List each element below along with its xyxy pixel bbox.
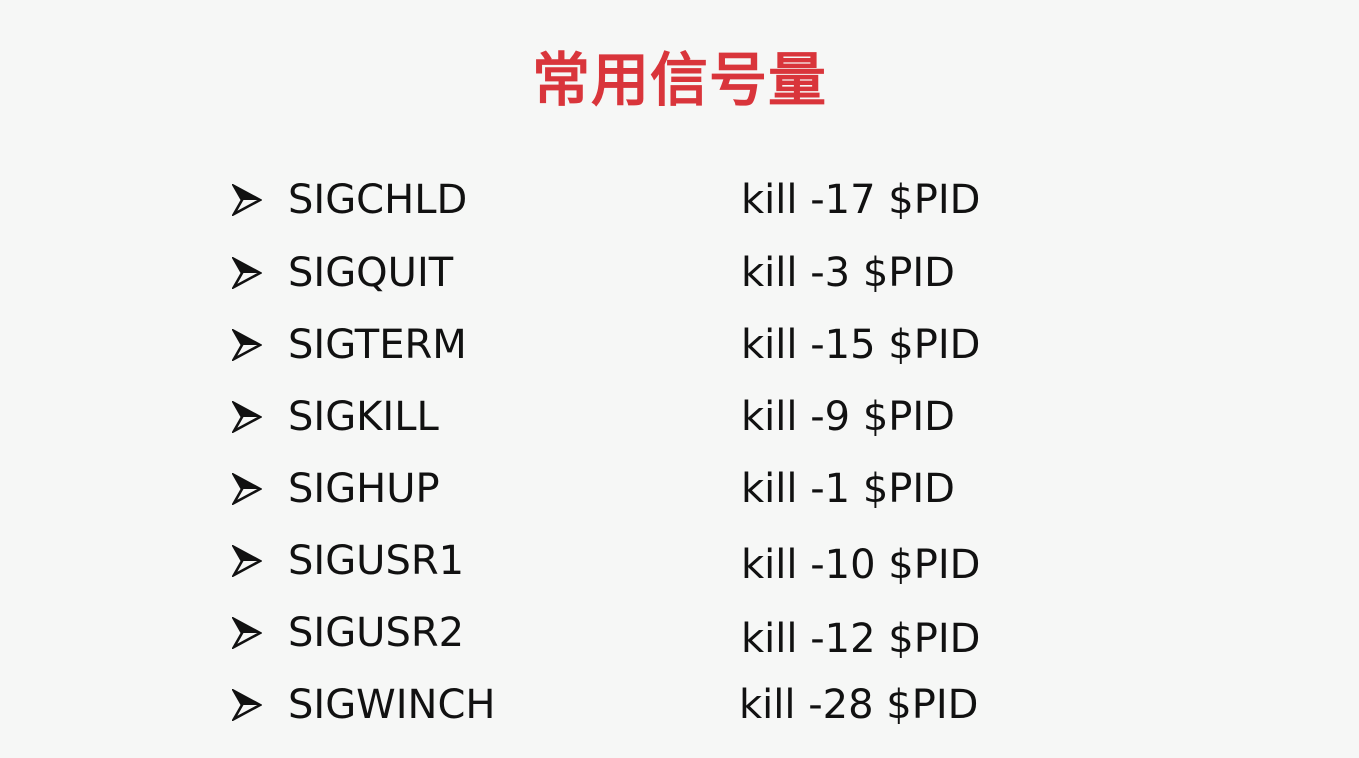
- arrowhead-bullet-icon: [232, 401, 262, 433]
- list-item: SIGCHLD kill -17 $PID: [0, 170, 1359, 230]
- kill-command: kill -28 $PID: [739, 682, 979, 728]
- arrowhead-bullet-icon: [232, 184, 262, 216]
- arrowhead-bullet-icon: [232, 473, 262, 505]
- list-item: SIGTERM kill -15 $PID: [0, 315, 1359, 375]
- list-item: SIGWINCH kill -28 $PID: [0, 675, 1359, 735]
- kill-command: kill -9 $PID: [741, 394, 955, 440]
- kill-command: kill -17 $PID: [741, 177, 981, 223]
- kill-command: kill -10 $PID: [741, 542, 981, 588]
- slide: 常用信号量 SIGCHLD kill -17 $PID SIGQUIT kill…: [0, 0, 1359, 758]
- signal-name: SIGKILL: [288, 394, 439, 440]
- arrowhead-bullet-icon: [232, 545, 262, 577]
- arrowhead-bullet-icon: [232, 257, 262, 289]
- list-item: SIGKILL kill -9 $PID: [0, 387, 1359, 447]
- signal-name: SIGUSR1: [288, 538, 465, 584]
- signal-name: SIGTERM: [288, 322, 467, 368]
- list-item: SIGQUIT kill -3 $PID: [0, 243, 1359, 303]
- kill-command: kill -12 $PID: [741, 616, 981, 662]
- arrowhead-bullet-icon: [232, 617, 262, 649]
- signal-name: SIGWINCH: [288, 682, 496, 728]
- signal-name: SIGHUP: [288, 466, 440, 512]
- list-item: SIGUSR2 kill -12 $PID: [0, 603, 1359, 663]
- kill-command: kill -15 $PID: [741, 322, 981, 368]
- list-item: SIGUSR1 kill -10 $PID: [0, 531, 1359, 591]
- arrowhead-bullet-icon: [232, 689, 262, 721]
- kill-command: kill -3 $PID: [741, 250, 955, 296]
- kill-command: kill -1 $PID: [741, 466, 955, 512]
- list-item: SIGHUP kill -1 $PID: [0, 459, 1359, 519]
- signal-list: SIGCHLD kill -17 $PID SIGQUIT kill -3 $P…: [0, 0, 1359, 758]
- signal-name: SIGUSR2: [288, 610, 465, 656]
- arrowhead-bullet-icon: [232, 329, 262, 361]
- signal-name: SIGQUIT: [288, 250, 454, 296]
- signal-name: SIGCHLD: [288, 177, 468, 223]
